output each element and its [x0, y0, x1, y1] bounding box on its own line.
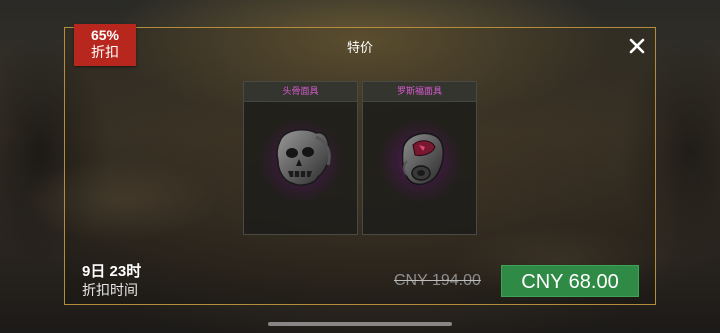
offer-title: 特价 — [346, 40, 373, 55]
discount-label: 折扣 — [91, 44, 119, 60]
skull-mask-icon — [276, 128, 331, 186]
item-card-roosevelt-mask[interactable]: 罗斯福面具 — [362, 81, 477, 235]
gas-mask-icon — [401, 132, 444, 185]
timer-value: 9日 23时 — [82, 263, 142, 280]
item-art — [363, 101, 476, 234]
item-name: 头骨面具 — [244, 82, 357, 102]
discount-percent: 65% — [90, 27, 120, 43]
item-card-skull-mask[interactable]: 头骨面具 — [243, 81, 358, 235]
close-icon — [629, 38, 645, 54]
original-price: CNY 194.00 — [394, 272, 481, 289]
offer-panel — [64, 27, 656, 305]
close-button[interactable] — [626, 35, 648, 57]
item-name: 罗斯福面具 — [363, 82, 476, 102]
discount-timer: 9日 23时 折扣时间 — [82, 263, 141, 299]
buy-button[interactable]: CNY 68.00 — [501, 265, 639, 297]
home-indicator[interactable] — [268, 322, 452, 326]
timer-caption: 折扣时间 — [82, 282, 138, 298]
item-art — [244, 101, 357, 234]
discount-badge: 65% 折扣 — [74, 24, 136, 66]
